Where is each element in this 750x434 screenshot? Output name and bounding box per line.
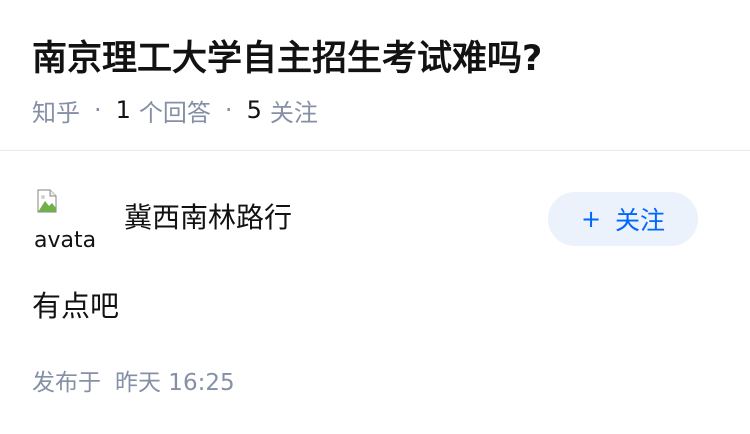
separator-dot: ·: [224, 96, 233, 124]
question-meta: 知乎 · 1 个回答 · 5 关注: [32, 93, 318, 128]
publish-time-value: 昨天 16:25: [115, 370, 235, 396]
source-label[interactable]: 知乎: [32, 93, 80, 128]
publish-time-prefix: 发布于: [32, 370, 101, 396]
question-header: 南京理工大学自主招生考试难吗? 知乎 · 1 个回答 · 5 关注: [0, 0, 750, 151]
follower-count-label[interactable]: 关注: [270, 93, 318, 128]
follow-button[interactable]: + 关注: [548, 192, 698, 246]
publish-time: 发布于 昨天 16:25: [32, 368, 235, 398]
avatar-alt-text: avatar: [34, 228, 98, 252]
separator-dot: ·: [94, 96, 102, 124]
author-name[interactable]: 冀西南林路行: [124, 200, 292, 236]
answer-author-row: avatar 冀西南林路行 + 关注: [32, 186, 718, 252]
broken-image-icon: [37, 189, 57, 213]
answer-count: 1: [115, 96, 131, 124]
follower-count: 5: [246, 96, 262, 124]
follow-button-label: 关注: [615, 206, 666, 235]
question-title[interactable]: 南京理工大学自主招生考试难吗?: [32, 36, 542, 82]
avatar[interactable]: avatar: [32, 186, 98, 252]
answer-count-label[interactable]: 个回答: [139, 93, 211, 128]
answer-content[interactable]: 有点吧: [32, 287, 119, 325]
plus-icon: +: [580, 205, 602, 233]
